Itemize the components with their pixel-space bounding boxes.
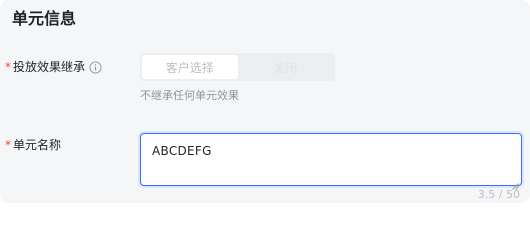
- resize-handle-icon[interactable]: [511, 175, 519, 190]
- segment-customer-select[interactable]: 客户选择: [142, 55, 238, 79]
- unit-name-value[interactable]: ABCDEFG: [152, 143, 212, 159]
- unit-name-field-label: * 单元名称: [5, 137, 61, 153]
- inherit-help-text: 不继承任何单元效果: [140, 89, 239, 102]
- unit-name-textarea[interactable]: ABCDEFG: [140, 133, 522, 190]
- required-mark: *: [5, 138, 11, 152]
- inherit-segmented-control: 客户选择 关闭: [140, 53, 335, 81]
- char-counter: 3.5 / 50: [477, 188, 520, 201]
- inherit-field-label: * 投放效果继承: [5, 59, 102, 75]
- section-title: 单元信息: [12, 9, 77, 28]
- segment-close[interactable]: 关闭: [238, 55, 334, 79]
- info-circle-icon[interactable]: [88, 60, 102, 74]
- required-mark: *: [5, 60, 11, 74]
- unit-info-card: 单元信息 * 投放效果继承 客户选择 关闭 不继承任何单元效果 * 单元名称 A…: [0, 0, 530, 203]
- unit-name-label-text: 单元名称: [13, 138, 62, 152]
- inherit-label-text: 投放效果继承: [13, 60, 86, 74]
